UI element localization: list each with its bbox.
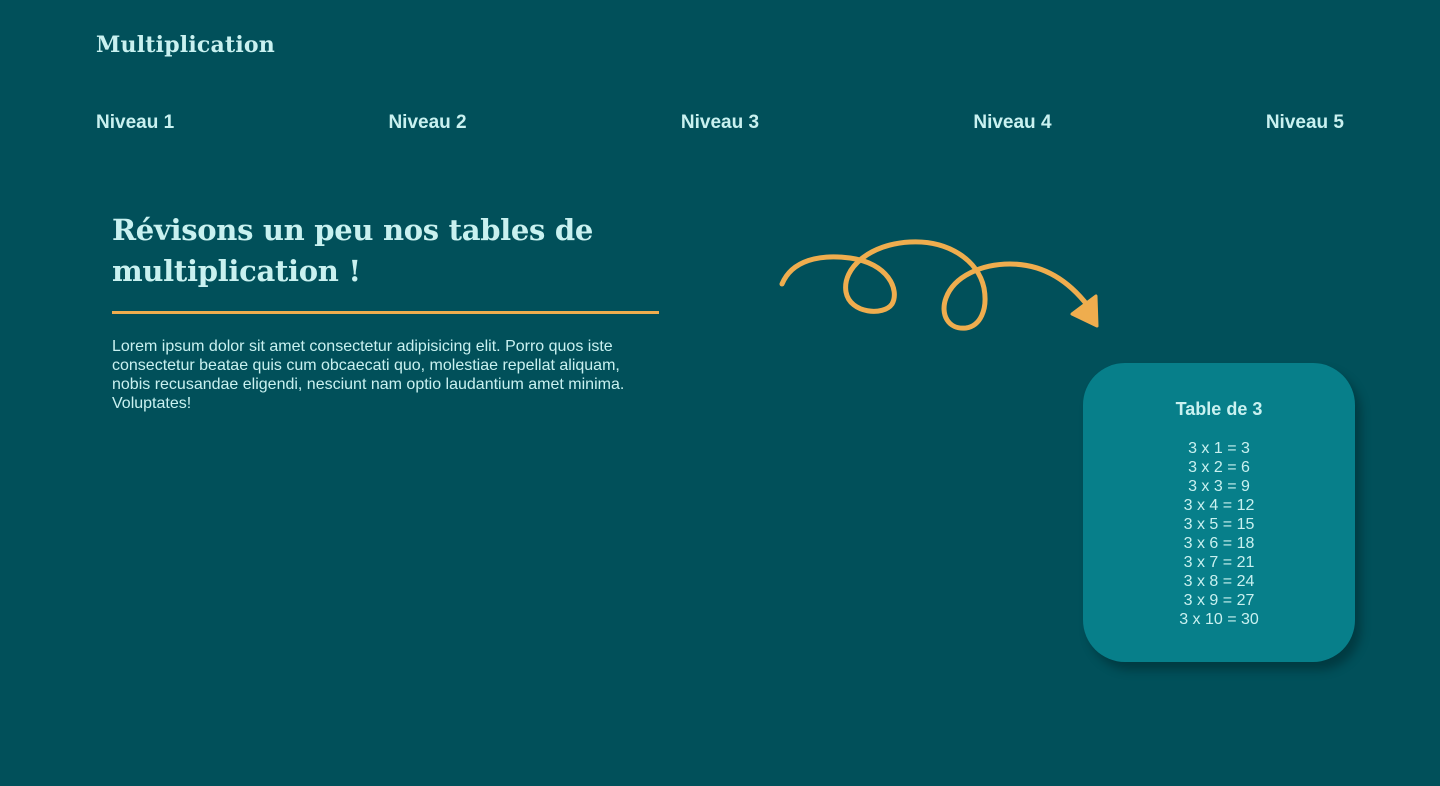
nav-item-niveau-4[interactable]: Niveau 4 [973, 112, 1051, 134]
nav-item-niveau-5[interactable]: Niveau 5 [1266, 112, 1344, 134]
intro-paragraph: Lorem ipsum dolor sit amet consectetur a… [112, 338, 625, 412]
table-row: 3 x 3 = 9 [1188, 478, 1250, 495]
table-rows: 3 x 1 = 3 3 x 2 = 6 3 x 3 = 9 3 x 4 = 12… [1083, 439, 1355, 629]
card-title: Table de 3 [1175, 399, 1263, 419]
table-row: 3 x 10 = 30 [1179, 611, 1259, 628]
table-row: 3 x 9 = 27 [1183, 592, 1255, 609]
table-row: 3 x 2 = 6 [1188, 459, 1250, 476]
title-line-1: Révisons un peu nos tables de [112, 213, 594, 247]
table-row: 3 x 1 = 3 [1188, 440, 1250, 457]
curly-arrow-icon [779, 239, 1099, 331]
title-line-2: multiplication ! [112, 254, 361, 288]
table-row: 3 x 8 = 24 [1183, 573, 1255, 590]
page: Multiplication Niveau 1 Niveau 2 Niveau … [0, 0, 1440, 786]
nav-item-niveau-1[interactable]: Niveau 1 [96, 112, 174, 134]
level-nav: Niveau 1 Niveau 2 Niveau 3 Niveau 4 Nive… [96, 112, 1344, 134]
table-row: 3 x 5 = 15 [1183, 516, 1255, 533]
table-row: 3 x 7 = 21 [1183, 554, 1255, 571]
multiplication-table-card: Table de 3 3 x 1 = 3 3 x 2 = 6 3 x 3 = 9… [1083, 363, 1355, 662]
hero-section: Révisons un peu nos tables de multiplica… [112, 210, 660, 413]
site-logo[interactable]: Multiplication [96, 32, 275, 58]
table-row: 3 x 4 = 12 [1183, 497, 1255, 514]
nav-item-niveau-2[interactable]: Niveau 2 [388, 112, 466, 134]
nav-item-niveau-3[interactable]: Niveau 3 [681, 112, 759, 134]
title-divider [112, 311, 659, 314]
page-title: Révisons un peu nos tables de multiplica… [112, 210, 660, 292]
table-row: 3 x 6 = 18 [1183, 535, 1255, 552]
